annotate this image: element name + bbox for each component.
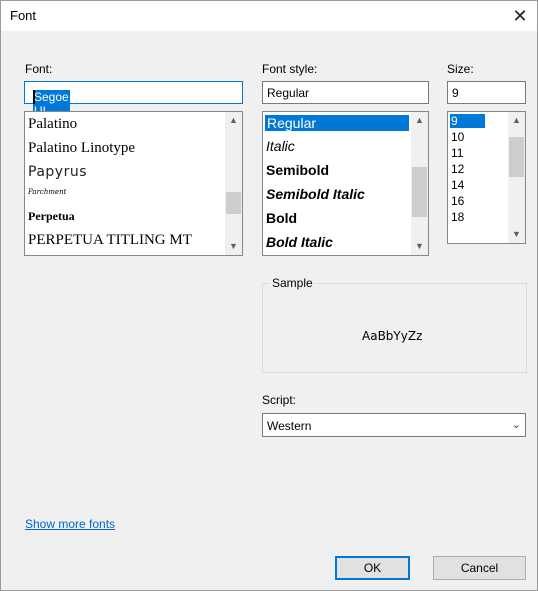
font-style-input-value: Regular [267, 86, 310, 100]
font-item-palatino-linotype[interactable]: Palatino Linotype [28, 140, 135, 157]
style-item-semibold[interactable]: Semibold [266, 162, 329, 178]
window-title: Font [10, 8, 37, 23]
style-item-italic[interactable]: Italic [266, 138, 295, 154]
show-more-fonts-link[interactable]: Show more fonts [25, 517, 115, 531]
font-item-perpetua[interactable]: Perpetua [28, 209, 75, 224]
title-bar: Font ✕ [1, 1, 537, 31]
font-style-list[interactable]: Regular Italic Semibold Semibold Italic … [262, 111, 429, 256]
chevron-up-icon[interactable]: ▲ [508, 112, 525, 129]
font-input[interactable]: Segoe UI [24, 81, 243, 118]
chevron-down-icon: ⌄ [511, 419, 521, 431]
size-item-11[interactable]: 11 [451, 146, 463, 160]
text-caret [33, 90, 35, 104]
size-scrollbar[interactable]: ▲ ▼ [508, 112, 525, 243]
sample-text: AaBbYyZz [362, 329, 423, 343]
scrollbar-thumb[interactable] [226, 192, 241, 214]
font-item-papyrus[interactable]: Papyrus [28, 164, 87, 180]
size-label: Size: [447, 62, 474, 76]
font-dialog: Font ✕ Font: Segoe UI Palatino Palatino … [0, 0, 538, 591]
font-style-label: Font style: [262, 62, 318, 76]
font-item-perpetua-titling[interactable]: PERPETUA TITLING MT [28, 232, 192, 249]
style-item-bold[interactable]: Bold [266, 210, 297, 226]
font-label: Font: [25, 62, 53, 76]
size-item-18[interactable]: 18 [451, 210, 464, 224]
chevron-up-icon[interactable]: ▲ [411, 112, 428, 129]
chevron-down-icon[interactable]: ▼ [225, 238, 242, 255]
font-list-scrollbar[interactable]: ▲ ▼ [225, 112, 242, 255]
scrollbar-thumb[interactable] [412, 167, 427, 217]
font-item-parchment[interactable]: Parchment [28, 188, 66, 196]
font-style-scrollbar[interactable]: ▲ ▼ [411, 112, 428, 255]
size-input[interactable]: 9 [447, 81, 526, 104]
style-item-regular[interactable]: Regular [265, 115, 409, 131]
chevron-up-icon[interactable]: ▲ [225, 112, 242, 129]
chevron-down-icon[interactable]: ▼ [411, 238, 428, 255]
script-select-value: Western [267, 419, 312, 433]
chevron-down-icon[interactable]: ▼ [508, 226, 525, 243]
size-item-16[interactable]: 16 [451, 194, 464, 208]
size-input-value: 9 [452, 86, 459, 100]
size-list[interactable]: 9 10 11 12 14 16 18 ▲ ▼ [447, 111, 526, 244]
font-item-palatino[interactable]: Palatino [28, 116, 77, 133]
font-list[interactable]: Palatino Palatino Linotype Papyrus Parch… [24, 111, 243, 256]
size-item-12[interactable]: 12 [451, 162, 464, 176]
font-style-input[interactable]: Regular [262, 81, 429, 104]
ok-button[interactable]: OK [335, 556, 410, 580]
script-label: Script: [262, 393, 297, 407]
size-item-10[interactable]: 10 [451, 130, 464, 144]
sample-label: Sample [269, 276, 316, 290]
cancel-button[interactable]: Cancel [433, 556, 526, 580]
style-item-bold-italic[interactable]: Bold Italic [266, 234, 333, 250]
sample-groupbox [262, 283, 527, 373]
size-item-14[interactable]: 14 [451, 178, 464, 192]
scrollbar-thumb[interactable] [509, 137, 524, 177]
style-item-semibold-italic[interactable]: Semibold Italic [266, 186, 365, 202]
size-item-9[interactable]: 9 [450, 114, 485, 128]
close-icon[interactable]: ✕ [503, 1, 537, 31]
script-select[interactable]: Western ⌄ [262, 413, 526, 437]
